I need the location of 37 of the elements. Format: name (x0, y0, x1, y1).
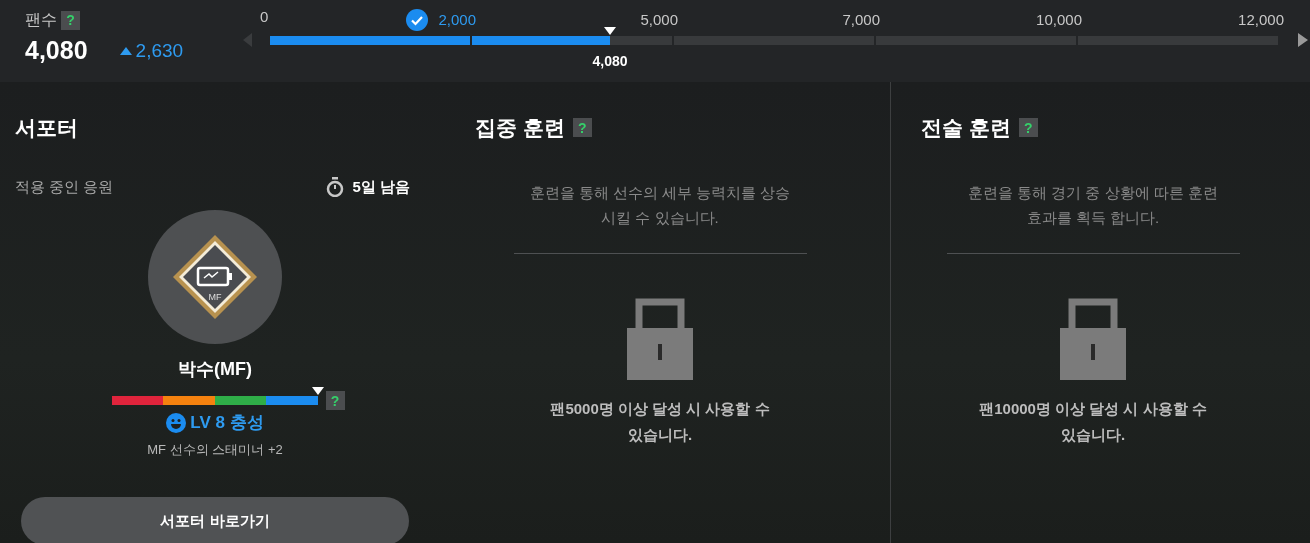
section-title: 전술 훈련 (921, 115, 1011, 141)
current-value: 4,080 (592, 52, 628, 71)
loyalty-level: LV 8 충성 (190, 412, 264, 434)
check-icon (406, 8, 429, 31)
loyalty-segment (266, 396, 318, 405)
applied-label: 적용 중인 응원 (15, 176, 114, 197)
tier-label: 12,000 (1238, 9, 1284, 30)
shortcut-button[interactable]: 서포터 바로가기 (21, 497, 409, 543)
smiley-icon (166, 412, 187, 433)
remaining-time: 5일 남음 (352, 176, 410, 197)
description-text: 훈련을 통해 선수의 세부 능력치를 상승 시킬 수 있습니다. (528, 182, 792, 228)
next-arrow[interactable] (1298, 33, 1308, 47)
effect-text: MF 선수의 스태미너 +2 (147, 440, 283, 459)
tier-label: 10,000 (1036, 9, 1082, 30)
tier-label: 2,000 (438, 9, 476, 30)
help-button[interactable]: ? (61, 10, 80, 30)
up-arrow-icon (119, 46, 132, 55)
fan-increase: 2,630 (135, 38, 184, 63)
loyalty-segment (163, 396, 215, 405)
section-title: 서포터 (15, 115, 79, 141)
description-text: 훈련을 통해 경기 중 상황에 따른 훈련 효과를 획득 합니다. (967, 182, 1219, 228)
fans-label: 팬수 (25, 10, 57, 30)
section-title: 집중 훈련 (475, 115, 565, 141)
fan-count: 4,080 (25, 35, 88, 66)
loyalty-segment (111, 396, 163, 405)
help-button[interactable]: ? (572, 118, 592, 138)
stopwatch-icon (326, 176, 345, 197)
supporter-name: 박수(MF) (178, 358, 252, 381)
lock-message: 팬10000명 이상 달성 시 사용할 수 있습니다. (978, 398, 1208, 445)
help-button[interactable]: ? (325, 391, 345, 410)
lock-message: 팬5000명 이상 달성 시 사용할 수 있습니다. (549, 398, 771, 445)
tier-label: 0 (260, 7, 269, 27)
tier-label: 7,000 (842, 9, 880, 30)
help-button[interactable]: ? (1018, 118, 1038, 138)
loyalty-segment (214, 396, 266, 405)
tier-label: 5,000 (640, 9, 678, 30)
position-marker (604, 27, 616, 35)
